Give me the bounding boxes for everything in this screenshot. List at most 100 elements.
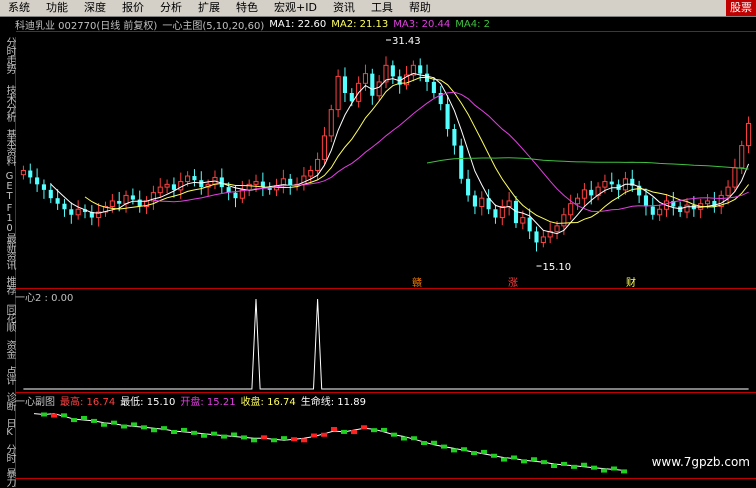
signal-block <box>181 427 187 432</box>
signal-block <box>401 436 407 441</box>
candle-body <box>739 145 745 169</box>
signal-block <box>521 459 527 464</box>
candle-body <box>472 195 477 207</box>
side-btn-comment[interactable]: 点评 <box>0 363 15 387</box>
candle-body <box>62 203 67 210</box>
menu-tools[interactable]: 工具 <box>363 0 401 16</box>
candle-body <box>192 176 197 181</box>
candle-body <box>315 158 321 172</box>
candle-body <box>499 205 505 219</box>
signal-block <box>371 428 377 433</box>
candle-body <box>199 180 204 188</box>
side-btn-technical[interactable]: 技术分析 <box>0 81 15 125</box>
candle-body <box>657 208 663 216</box>
side-btn-funds[interactable]: 资金 <box>0 337 15 361</box>
signal-block <box>261 435 267 440</box>
side-btn-ths[interactable]: 同花顺 <box>0 299 15 335</box>
candle-body <box>20 170 26 176</box>
menu-news[interactable]: 资讯 <box>325 0 363 16</box>
candle-body <box>561 214 567 227</box>
menu-macro[interactable]: 宏观+ID <box>266 0 325 16</box>
signal-block <box>131 422 137 427</box>
signal-block <box>101 422 107 427</box>
menu-feature[interactable]: 特色 <box>228 0 266 16</box>
signal-block <box>291 437 297 442</box>
marker-cai: 财 <box>626 276 636 288</box>
stock-title: 科迪乳业 002770(日线 前复权) <box>15 20 158 32</box>
candle-body <box>28 170 33 178</box>
sub-indicator-panel-2[interactable] <box>16 392 756 479</box>
candle-body <box>253 181 259 185</box>
signal-block <box>161 426 167 431</box>
main-candlestick-panel[interactable]: 31.43 15.10 赣 涨 财 <box>16 31 756 288</box>
signal-block <box>231 432 237 437</box>
signal-block <box>71 418 77 423</box>
signal-block <box>411 436 417 441</box>
signal-block <box>51 413 57 418</box>
menu-bar: 系统 功能 深度 报价 分析 扩展 特色 宏观+ID 资讯 工具 帮助 股票 <box>0 0 756 17</box>
candle-body <box>452 128 457 146</box>
side-btn-diagnose[interactable]: 诊断 <box>0 389 15 413</box>
candle-body <box>643 195 649 207</box>
candle-body <box>164 183 170 188</box>
candle-body <box>362 73 369 84</box>
signal-block <box>111 420 117 425</box>
signal-block <box>191 430 197 435</box>
signal-line <box>23 298 749 390</box>
signal-block <box>361 425 367 430</box>
side-btn-violence[interactable]: 暴力 <box>0 467 15 487</box>
candle-body <box>581 189 587 199</box>
life-line <box>33 413 625 471</box>
signal-block <box>271 438 277 443</box>
menu-extend[interactable]: 扩展 <box>190 0 228 16</box>
sub-indicator-panel-1[interactable] <box>16 288 756 393</box>
signal-block <box>531 457 537 462</box>
signal-block <box>341 429 347 434</box>
menu-function[interactable]: 功能 <box>38 0 76 16</box>
side-btn-fundamentals[interactable]: 基本资料 <box>0 127 15 167</box>
candle-body <box>520 217 526 224</box>
candle-body <box>554 225 560 232</box>
ma4-value: MA4: 2 <box>455 18 491 30</box>
side-btn-get[interactable]: GET <box>0 171 15 201</box>
candle-body <box>466 178 471 196</box>
candle-body <box>109 200 115 207</box>
candle-body <box>288 178 293 186</box>
signal-block <box>141 425 147 430</box>
menu-depth[interactable]: 深度 <box>76 0 114 16</box>
signal-block <box>81 416 87 420</box>
menu-analysis[interactable]: 分析 <box>152 0 190 16</box>
candle-body <box>540 236 546 243</box>
candle-body <box>328 109 334 137</box>
side-btn-recommend[interactable]: 推荐 <box>0 273 15 297</box>
signal-block <box>311 433 317 438</box>
candle-body <box>260 181 265 188</box>
signal-block <box>381 427 387 432</box>
candle-body <box>69 209 74 215</box>
candle-body <box>725 186 731 196</box>
ma1-value: MA1: 22.60 <box>269 18 327 30</box>
side-btn-timeshare[interactable]: 分时 <box>0 441 15 465</box>
menu-help[interactable]: 帮助 <box>401 0 439 16</box>
side-btn-intraday[interactable]: 分时走势 <box>0 37 15 73</box>
candle-body <box>534 231 539 243</box>
side-btn-daily-k[interactable]: 日K <box>0 415 15 439</box>
menu-stock-alert[interactable]: 股票 <box>726 0 756 16</box>
sub2-chart-svg <box>33 412 627 474</box>
candle-body <box>684 204 690 213</box>
signal-block <box>451 448 457 453</box>
candle-body <box>418 65 423 74</box>
left-sidebar: 分时走势 技术分析 基本资料 GET F10 最新资讯 推荐 同花顺 资金 点评… <box>0 37 16 487</box>
side-btn-f10[interactable]: F10 <box>0 203 15 233</box>
side-btn-news[interactable]: 最新资讯 <box>0 231 15 271</box>
marker-gan: 赣 <box>412 276 422 288</box>
menu-system[interactable]: 系统 <box>0 0 38 16</box>
candle-body <box>349 93 354 102</box>
candle-body <box>308 170 314 177</box>
menu-quote[interactable]: 报价 <box>114 0 152 16</box>
signal-block <box>251 438 257 443</box>
signal-block <box>461 447 467 452</box>
signal-block <box>221 434 227 439</box>
candle-body <box>506 200 512 207</box>
candle-body <box>178 181 184 191</box>
